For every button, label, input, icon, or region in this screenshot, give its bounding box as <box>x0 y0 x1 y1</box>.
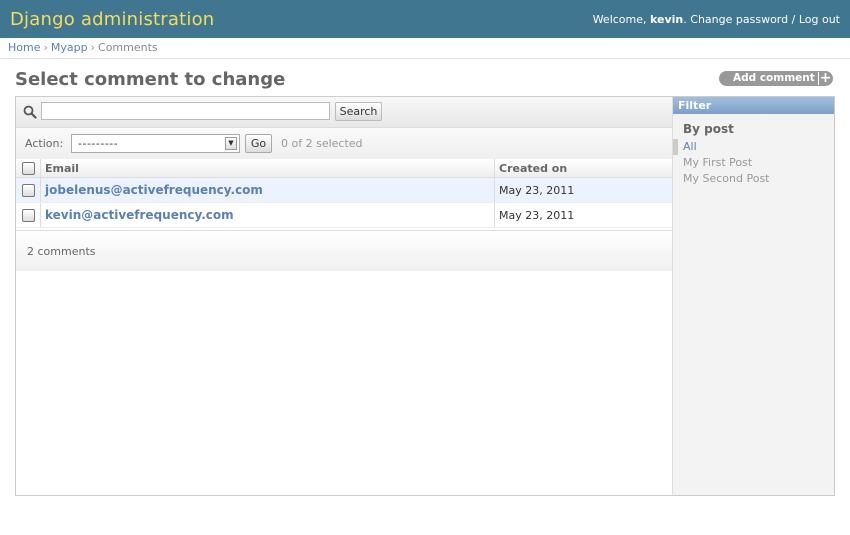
row-checkbox[interactable] <box>21 208 35 222</box>
result-count: 2 comments <box>27 245 96 258</box>
action-select-value: --------- <box>78 137 119 150</box>
filter-option-second-post[interactable]: My Second Post <box>673 171 834 187</box>
actions-bar: Action: --------- ▼ Go 0 of 2 selected <box>16 128 675 160</box>
user-tools: Welcome, kevin. Change password / Log ou… <box>592 13 840 26</box>
table-row: jobelenus@activefrequency.com May 23, 20… <box>16 177 675 203</box>
row-checkbox-cell <box>16 202 41 228</box>
created-on-cell: May 23, 2011 <box>494 202 675 228</box>
page-title: Select comment to change <box>15 69 286 90</box>
row-checkbox-cell <box>16 177 41 203</box>
go-button[interactable]: Go <box>245 134 272 153</box>
email-link[interactable]: kevin@activefrequency.com <box>45 208 234 222</box>
table-header-row: Email Created on <box>16 159 675 178</box>
breadcrumb: Home › Myapp › Comments <box>0 38 850 59</box>
filter-panel: Filter By post All My First Post My Seco… <box>672 97 834 495</box>
result-table: Email Created on jobelenus@activefrequen… <box>16 159 675 228</box>
action-label: Action: <box>25 137 64 150</box>
chevron-down-icon: ▼ <box>225 137 237 150</box>
email-cell: kevin@activefrequency.com <box>40 202 495 228</box>
action-select[interactable]: --------- ▼ <box>71 134 240 153</box>
email-link[interactable]: jobelenus@activefrequency.com <box>45 183 263 197</box>
created-on-cell: May 23, 2011 <box>494 177 675 203</box>
search-input[interactable] <box>41 102 330 120</box>
filter-heading: Filter <box>673 97 834 114</box>
welcome-text: Welcome, <box>592 13 651 26</box>
search-button[interactable]: Search <box>335 102 382 121</box>
breadcrumb-app[interactable]: Myapp <box>51 41 88 54</box>
select-all-checkbox[interactable] <box>21 161 35 175</box>
table-row: kevin@activefrequency.com May 23, 2011 <box>16 202 675 228</box>
column-header-created-on[interactable]: Created on <box>494 159 675 178</box>
paginator: 2 comments <box>16 230 675 271</box>
filter-options: All My First Post My Second Post <box>673 139 834 187</box>
filter-option-all[interactable]: All <box>673 139 834 155</box>
email-cell: jobelenus@activefrequency.com <box>40 177 495 203</box>
breadcrumb-separator: › <box>90 41 96 54</box>
logout-link[interactable]: Log out <box>799 13 840 26</box>
column-header-email[interactable]: Email <box>40 159 495 178</box>
filter-subheading: By post <box>683 122 734 136</box>
site-title[interactable]: Django administration <box>10 9 214 30</box>
search-icon <box>23 105 37 119</box>
filter-option-first-post[interactable]: My First Post <box>673 155 834 171</box>
user-tools-separator: / <box>788 13 799 26</box>
breadcrumb-home[interactable]: Home <box>8 41 40 54</box>
site-header: Django administration Welcome, kevin. Ch… <box>0 0 850 38</box>
add-comment-button[interactable]: Add comment + <box>719 71 833 86</box>
search-toolbar: Search <box>16 97 675 128</box>
row-checkbox[interactable] <box>21 183 35 197</box>
username: kevin <box>650 13 684 26</box>
select-all-cell <box>16 159 41 178</box>
changelist: Search Action: --------- ▼ Go 0 of 2 sel… <box>15 96 835 496</box>
change-password-link[interactable]: Change password <box>690 13 788 26</box>
breadcrumb-separator: › <box>43 41 48 54</box>
add-comment-label: Add comment <box>733 72 815 84</box>
selection-counter: 0 of 2 selected <box>281 137 363 150</box>
add-icon: + <box>818 70 832 86</box>
breadcrumb-current: Comments <box>98 41 158 54</box>
